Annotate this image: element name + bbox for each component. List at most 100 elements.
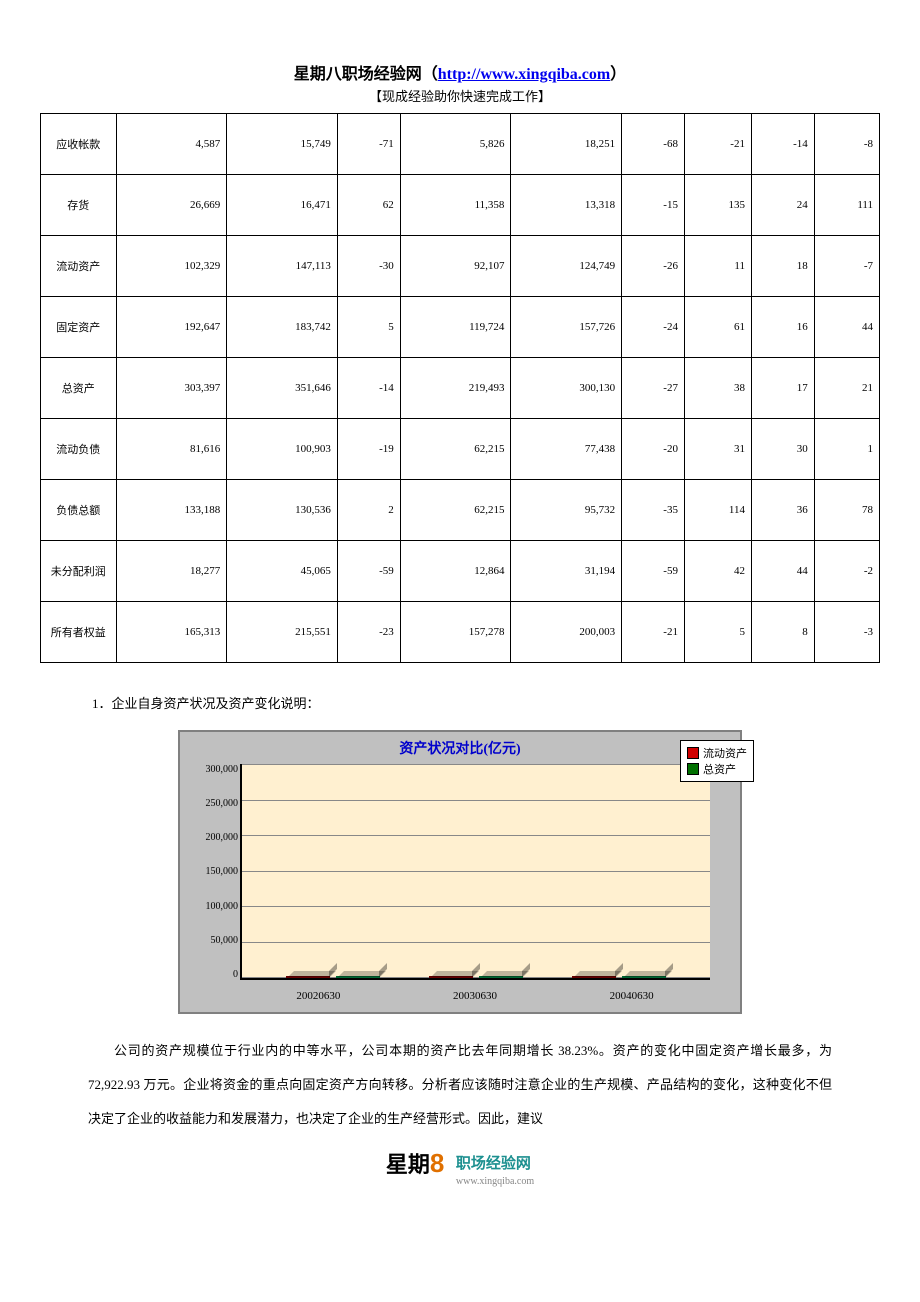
- chart-title: 资产状况对比(亿元): [399, 738, 520, 758]
- cell: 13,318: [511, 175, 622, 236]
- cell: 130,536: [227, 480, 338, 541]
- cell: 157,726: [511, 297, 622, 358]
- x-axis-labels: 20020630 20030630 20040630: [240, 990, 710, 1002]
- y-tick-label: 50,000: [186, 935, 238, 946]
- row-label: 流动负债: [41, 419, 117, 480]
- cell: 36: [751, 480, 814, 541]
- cell: 15,749: [227, 114, 338, 175]
- cell: -23: [337, 602, 400, 663]
- x-tick-label: 20020630: [296, 990, 340, 1002]
- row-label: 固定资产: [41, 297, 117, 358]
- chart-legend: 流动资产 总资产: [680, 740, 754, 782]
- cell: 8: [751, 602, 814, 663]
- cell: -59: [337, 541, 400, 602]
- cell: 119,724: [400, 297, 511, 358]
- chart-container: 资产状况对比(亿元) 流动资产 总资产 050,000100,000150,00…: [40, 730, 880, 1014]
- cell: 62,215: [400, 419, 511, 480]
- bar-group: [286, 976, 380, 978]
- y-axis-labels: 050,000100,000150,000200,000250,000300,0…: [186, 764, 238, 980]
- cell: -20: [622, 419, 685, 480]
- cell: 192,647: [116, 297, 227, 358]
- row-label: 负债总额: [41, 480, 117, 541]
- row-label: 所有者权益: [41, 602, 117, 663]
- cell: 135: [684, 175, 751, 236]
- cell: 44: [814, 297, 879, 358]
- bar: [479, 976, 523, 978]
- row-label: 流动资产: [41, 236, 117, 297]
- x-tick-label: 20040630: [610, 990, 654, 1002]
- cell: -59: [622, 541, 685, 602]
- header-prefix: 星期八职场经验网（: [294, 66, 438, 83]
- cell: 165,313: [116, 602, 227, 663]
- cell: 42: [684, 541, 751, 602]
- cell: 11: [684, 236, 751, 297]
- section-1-title: 1．企业自身资产状况及资产变化说明：: [92, 693, 880, 712]
- y-tick-label: 100,000: [186, 901, 238, 912]
- logo-eight-icon: 8: [430, 1148, 444, 1178]
- cell: 12,864: [400, 541, 511, 602]
- table-row: 总资产303,397351,646-14219,493300,130-27381…: [41, 358, 880, 419]
- cell: -21: [684, 114, 751, 175]
- swatch-icon: [687, 763, 699, 775]
- cell: 5: [684, 602, 751, 663]
- table-row: 存货26,66916,4716211,35813,318-1513524111: [41, 175, 880, 236]
- cell: 219,493: [400, 358, 511, 419]
- cell: 300,130: [511, 358, 622, 419]
- cell: 215,551: [227, 602, 338, 663]
- y-tick-label: 300,000: [186, 764, 238, 775]
- header-link[interactable]: http://www.xingqiba.com: [438, 66, 610, 83]
- cell: 21: [814, 358, 879, 419]
- cell: 147,113: [227, 236, 338, 297]
- page-header: 星期八职场经验网（http://www.xingqiba.com） 【现成经验助…: [40, 60, 880, 105]
- table-row: 负债总额133,188130,536262,21595,732-35114367…: [41, 480, 880, 541]
- cell: 111: [814, 175, 879, 236]
- row-label: 应收帐款: [41, 114, 117, 175]
- cell: 5: [337, 297, 400, 358]
- cell: 102,329: [116, 236, 227, 297]
- cell: -30: [337, 236, 400, 297]
- cell: 62: [337, 175, 400, 236]
- x-tick-label: 20030630: [453, 990, 497, 1002]
- financial-table: 应收帐款4,58715,749-715,82618,251-68-21-14-8…: [40, 113, 880, 663]
- cell: 95,732: [511, 480, 622, 541]
- cell: 18,277: [116, 541, 227, 602]
- cell: -2: [814, 541, 879, 602]
- cell: 303,397: [116, 358, 227, 419]
- cell: 61: [684, 297, 751, 358]
- asset-comparison-chart: 资产状况对比(亿元) 流动资产 总资产 050,000100,000150,00…: [178, 730, 742, 1014]
- cell: 44: [751, 541, 814, 602]
- cell: 38: [684, 358, 751, 419]
- cell: -26: [622, 236, 685, 297]
- logo-text: 星期: [386, 1152, 430, 1177]
- cell: -15: [622, 175, 685, 236]
- cell: -8: [814, 114, 879, 175]
- table-row: 未分配利润18,27745,065-5912,86431,194-594244-…: [41, 541, 880, 602]
- y-tick-label: 0: [186, 969, 238, 980]
- cell: 200,003: [511, 602, 622, 663]
- table-row: 流动资产102,329147,113-3092,107124,749-26111…: [41, 236, 880, 297]
- table-row: 所有者权益165,313215,551-23157,278200,003-215…: [41, 602, 880, 663]
- y-tick-label: 200,000: [186, 832, 238, 843]
- cell: 78: [814, 480, 879, 541]
- cell: 26,669: [116, 175, 227, 236]
- legend-label: 总资产: [703, 761, 736, 777]
- analysis-paragraph: 公司的资产规模位于行业内的中等水平，公司本期的资产比去年同期增长 38.23%。…: [88, 1034, 832, 1135]
- cell: 92,107: [400, 236, 511, 297]
- cell: -3: [814, 602, 879, 663]
- cell: 77,438: [511, 419, 622, 480]
- header-sub: 【现成经验助你快速完成工作】: [40, 86, 880, 105]
- legend-item-1: 流动资产: [687, 745, 747, 761]
- legend-label: 流动资产: [703, 745, 747, 761]
- cell: 18,251: [511, 114, 622, 175]
- cell: -14: [337, 358, 400, 419]
- cell: -24: [622, 297, 685, 358]
- cell: -71: [337, 114, 400, 175]
- cell: 100,903: [227, 419, 338, 480]
- cell: 45,065: [227, 541, 338, 602]
- cell: 1: [814, 419, 879, 480]
- cell: 2: [337, 480, 400, 541]
- bar: [622, 976, 666, 978]
- cell: 351,646: [227, 358, 338, 419]
- chart-bars: [242, 764, 710, 978]
- cell: -35: [622, 480, 685, 541]
